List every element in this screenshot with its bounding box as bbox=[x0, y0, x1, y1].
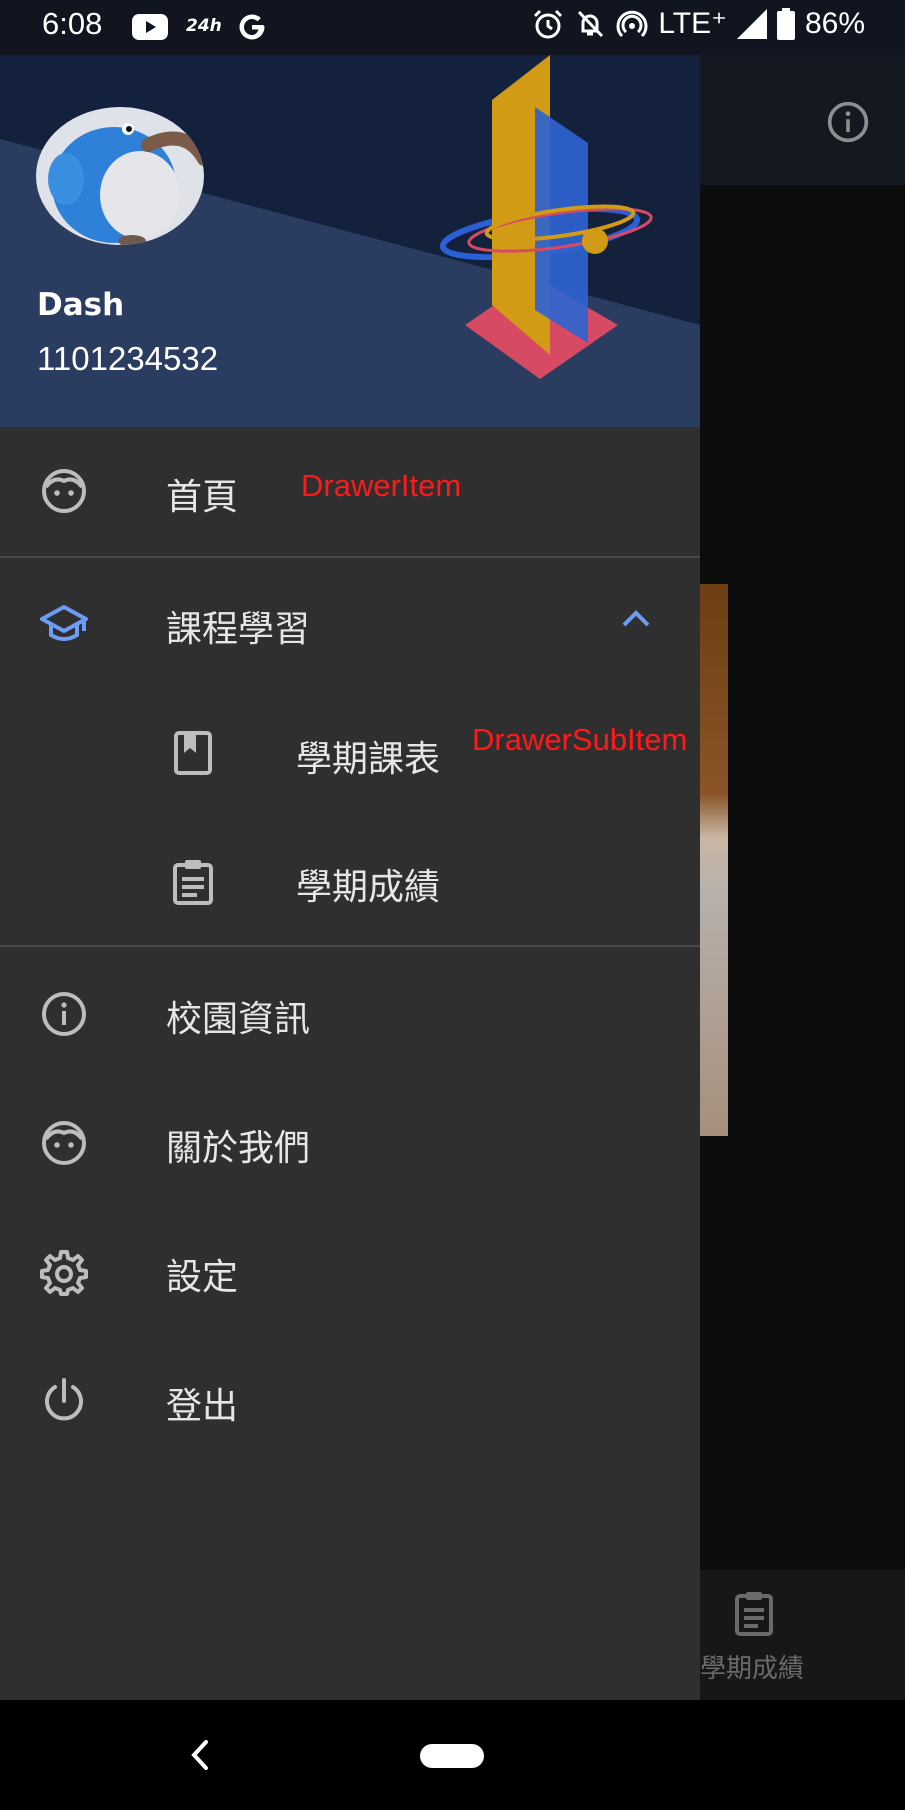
network-type: LTE⁺ bbox=[658, 7, 727, 40]
user-name: Dash bbox=[37, 287, 125, 323]
drawer-item-courses[interactable]: 課程學習 bbox=[0, 559, 700, 687]
school-logo bbox=[440, 55, 653, 379]
drawer-subitem-label: 學期課表 bbox=[296, 739, 441, 780]
drawer-item-campus-info[interactable]: 校園資訊 bbox=[0, 948, 700, 1076]
drawer-subitem-label: 學期成績 bbox=[296, 867, 441, 908]
drawer-item-logout[interactable]: 登出 bbox=[0, 1335, 700, 1463]
hotspot-icon bbox=[616, 10, 648, 37]
status-time: 6:08 bbox=[42, 6, 103, 41]
battery-level: 86% bbox=[804, 6, 865, 40]
drawer-item-about-us[interactable]: 關於我們 bbox=[0, 1077, 700, 1205]
drawer-item-label: 設定 bbox=[166, 1257, 239, 1298]
signal-icon bbox=[736, 8, 767, 39]
info-icon[interactable] bbox=[826, 100, 870, 144]
youtube-icon bbox=[132, 14, 168, 40]
clipboard-icon bbox=[173, 860, 213, 905]
background-app-bar bbox=[700, 55, 905, 185]
face-icon bbox=[42, 469, 86, 513]
back-icon[interactable] bbox=[186, 1736, 216, 1774]
annotation-drawer-subitem: DrawerSubItem bbox=[472, 722, 688, 757]
drawer-item-label: 登出 bbox=[166, 1386, 239, 1427]
google-icon bbox=[239, 14, 265, 40]
home-button[interactable] bbox=[420, 1744, 484, 1768]
24h-icon: 24h bbox=[186, 16, 222, 36]
drawer-subitem-semester-grades[interactable]: 學期成績 bbox=[0, 816, 700, 944]
clipboard-icon[interactable] bbox=[733, 1590, 775, 1636]
drawer-header: Dash 1101234532 bbox=[0, 55, 700, 427]
drawer-item-settings[interactable]: 設定 bbox=[0, 1206, 700, 1334]
chevron-up-icon[interactable] bbox=[620, 607, 652, 631]
gear-icon bbox=[40, 1250, 88, 1296]
divider bbox=[0, 945, 700, 947]
background-image-strip bbox=[700, 584, 728, 1136]
power-icon bbox=[45, 1378, 83, 1421]
navigation-drawer: Dash 1101234532 首頁 DrawerItem 課程學習 學期課表 bbox=[0, 55, 700, 1700]
bottom-tab-label[interactable]: 學期成績 bbox=[700, 1648, 804, 1685]
notifications-off-icon bbox=[578, 10, 604, 37]
avatar-image bbox=[36, 107, 204, 245]
drawer-item-label: 課程學習 bbox=[166, 609, 311, 650]
battery-icon bbox=[776, 7, 795, 40]
avatar[interactable] bbox=[36, 107, 204, 245]
status-bar: 6:08 24h LTE⁺ 86% bbox=[0, 0, 905, 55]
school-icon bbox=[40, 605, 88, 641]
divider bbox=[0, 556, 700, 558]
alarm-icon bbox=[534, 9, 563, 38]
drawer-item-label: 關於我們 bbox=[166, 1128, 311, 1169]
drawer-item-label: 首頁 bbox=[166, 477, 239, 518]
book-icon bbox=[174, 731, 212, 775]
user-id: 1101234532 bbox=[37, 340, 219, 377]
annotation-drawer-item: DrawerItem bbox=[301, 468, 462, 503]
status-icons: LTE⁺ 86% bbox=[532, 6, 865, 41]
drawer-item-label: 校園資訊 bbox=[166, 999, 311, 1040]
face-icon bbox=[42, 1121, 86, 1165]
info-icon bbox=[42, 992, 86, 1036]
